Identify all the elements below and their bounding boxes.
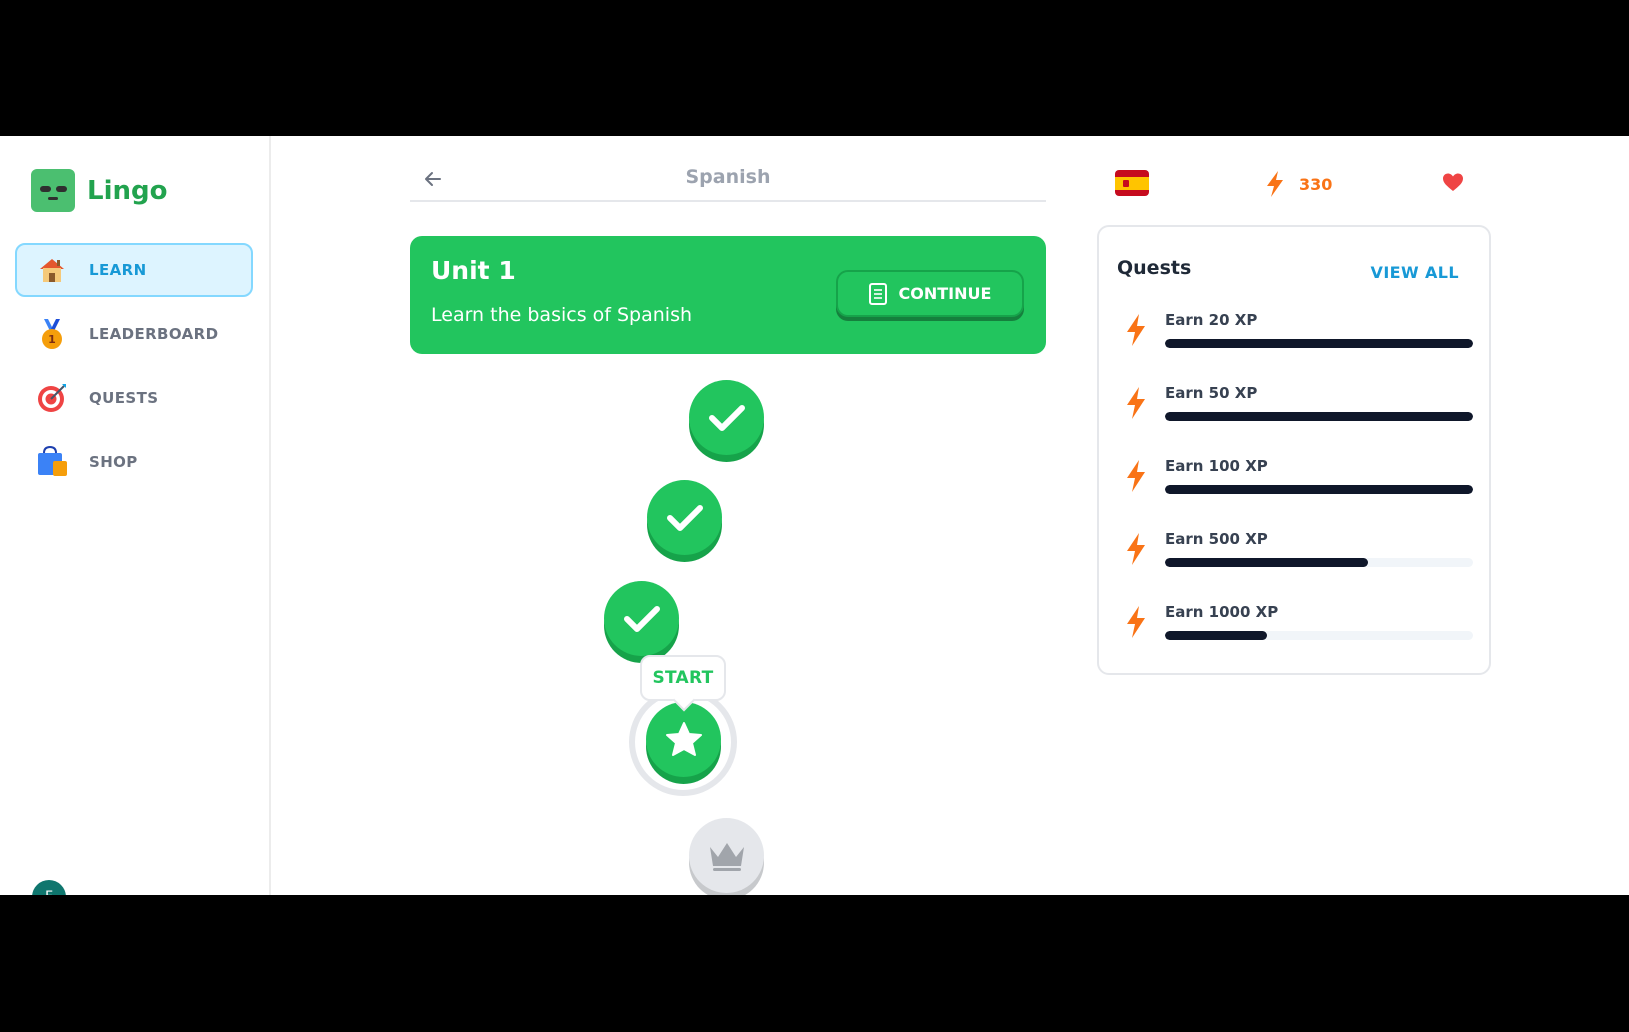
lightning-icon: [1127, 606, 1145, 638]
quest-progress-bar: [1165, 558, 1473, 567]
quest-label: Earn 20 XP: [1165, 311, 1258, 329]
mascot-logo-icon: [31, 169, 75, 212]
quest-progress-bar: [1165, 485, 1473, 494]
sidebar-nav: LEARN 1 LEADERBOARD QUESTS SHOP: [15, 243, 253, 499]
quest-item: Earn 100 XP: [1125, 457, 1473, 513]
quest-label: Earn 500 XP: [1165, 530, 1268, 548]
continue-button[interactable]: CONTINUE: [836, 270, 1024, 317]
start-tooltip[interactable]: START: [640, 655, 726, 712]
lesson-node-completed[interactable]: [689, 380, 764, 455]
quests-panel: Quests VIEW ALL Earn 20 XP Earn 50 XP Ea…: [1097, 225, 1491, 675]
unit-banner: Unit 1 Learn the basics of Spanish CONTI…: [410, 236, 1046, 354]
quest-label: Earn 100 XP: [1165, 457, 1268, 475]
start-label: START: [652, 668, 714, 688]
sidebar-item-shop[interactable]: SHOP: [15, 435, 253, 489]
house-icon: [34, 252, 70, 288]
brand[interactable]: Lingo: [31, 169, 167, 212]
course-header: Spanish: [410, 160, 1046, 202]
star-icon: [665, 721, 702, 756]
sidebar-item-label: QUESTS: [89, 389, 159, 407]
check-icon: [666, 504, 703, 531]
quest-item: Earn 1000 XP: [1125, 603, 1473, 659]
unit-title: Unit 1: [431, 256, 516, 285]
app-window: Lingo LEARN 1 LEADERBOARD QUESTS SHOP Sp…: [0, 136, 1629, 895]
notebook-icon: [868, 282, 887, 305]
lightning-icon: [1127, 533, 1145, 565]
lesson-node-current[interactable]: [646, 702, 721, 777]
quest-item: Earn 50 XP: [1125, 384, 1473, 440]
quest-label: Earn 1000 XP: [1165, 603, 1279, 621]
quest-progress-bar: [1165, 339, 1473, 348]
shopping-bag-icon: [34, 444, 70, 480]
sidebar-item-label: LEADERBOARD: [89, 325, 219, 343]
quest-item: Earn 20 XP: [1125, 311, 1473, 367]
sidebar-item-label: SHOP: [89, 453, 138, 471]
brand-name: Lingo: [87, 175, 168, 206]
sidebar-item-quests[interactable]: QUESTS: [15, 371, 253, 425]
target-icon: [34, 380, 70, 416]
lightning-icon: [1127, 314, 1145, 346]
crown-icon: [709, 842, 744, 871]
unit-description: Learn the basics of Spanish: [431, 304, 693, 326]
check-icon: [623, 605, 660, 632]
quest-progress-bar: [1165, 631, 1473, 640]
check-icon: [708, 404, 745, 431]
xp-value: 330: [1299, 174, 1333, 194]
quest-label: Earn 50 XP: [1165, 384, 1258, 402]
heart-icon[interactable]: [1441, 170, 1465, 194]
view-all-link[interactable]: VIEW ALL: [1371, 263, 1459, 282]
xp-counter[interactable]: 330: [1265, 170, 1332, 198]
page-title: Spanish: [685, 166, 771, 188]
medal-icon: 1: [34, 316, 70, 352]
lightning-icon: [1127, 460, 1145, 492]
lesson-node-locked[interactable]: [689, 818, 764, 893]
lightning-icon: [1267, 171, 1283, 197]
sidebar-item-leaderboard[interactable]: 1 LEADERBOARD: [15, 307, 253, 361]
quests-title: Quests: [1117, 257, 1192, 279]
sidebar-item-label: LEARN: [89, 261, 147, 279]
svg-text:1: 1: [48, 333, 56, 346]
lightning-icon: [1127, 387, 1145, 419]
user-avatar[interactable]: F: [32, 880, 66, 895]
lesson-node-completed[interactable]: [647, 480, 722, 555]
spain-flag-icon[interactable]: [1115, 170, 1149, 196]
user-stats: 330: [1110, 170, 1490, 202]
quest-item: Earn 500 XP: [1125, 530, 1473, 586]
lesson-node-completed[interactable]: [604, 581, 679, 656]
sidebar-item-learn[interactable]: LEARN: [15, 243, 253, 297]
continue-button-label: CONTINUE: [898, 284, 992, 303]
sidebar: Lingo LEARN 1 LEADERBOARD QUESTS SHOP: [0, 136, 271, 895]
quest-progress-bar: [1165, 412, 1473, 421]
